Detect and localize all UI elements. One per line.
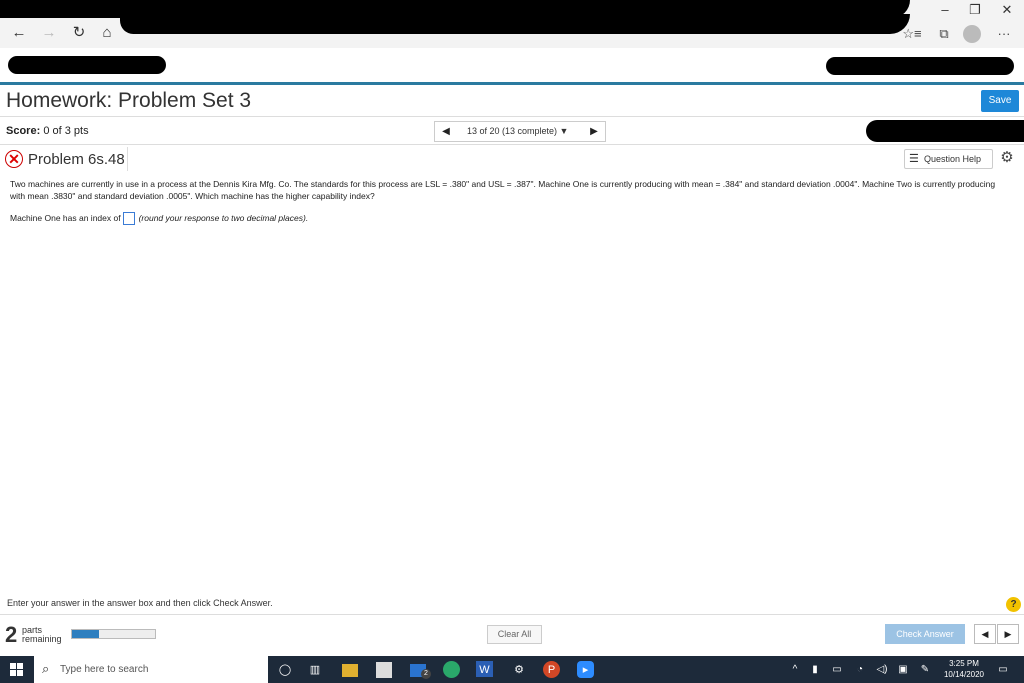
list-icon: ☰ — [909, 153, 919, 165]
show-hidden-icons[interactable]: ^ — [788, 662, 802, 678]
redacted-region — [120, 14, 910, 34]
incorrect-icon: ✕ — [5, 150, 23, 168]
clock-date: 10/14/2020 — [943, 670, 985, 679]
next-question-button[interactable]: ▶ — [997, 624, 1019, 644]
question-selector[interactable]: 13 of 20 (13 complete) ▼ — [467, 126, 568, 136]
progress-fill — [72, 630, 100, 638]
forward-icon[interactable]: → — [38, 22, 60, 44]
refresh-icon[interactable]: ↻ — [68, 22, 90, 44]
battery-icon[interactable]: ▭ — [830, 662, 844, 678]
profile-avatar[interactable] — [963, 25, 981, 43]
mail-badge: 2 — [421, 669, 431, 679]
gear-icon[interactable]: ⚙ — [998, 149, 1016, 167]
title-row: Homework: Problem Set 3 Save — [0, 85, 1024, 117]
windows-start-icon[interactable] — [10, 663, 23, 676]
taskbar-clock[interactable]: 3:25 PM 10/14/2020 — [938, 658, 990, 680]
score-label: Score: — [6, 125, 41, 137]
close-icon[interactable]: ✕ — [992, 0, 1022, 20]
back-icon[interactable]: ← — [8, 22, 30, 44]
home-icon[interactable]: ⌂ — [96, 22, 118, 44]
parts-progress-bar — [71, 629, 156, 639]
browser-toolbar: ← → ↻ ⌂ – ❐ ✕ ☆≡ ⧉ ··· — [0, 0, 1024, 48]
question-help-label: Question Help — [924, 154, 982, 164]
question-text: Two machines are currently in use in a p… — [10, 179, 996, 201]
parts-label-line-2: remaining — [22, 634, 62, 644]
search-placeholder: Type here to search — [60, 664, 149, 675]
problem-title: Problem 6s.48 — [28, 151, 125, 168]
footer-divider — [0, 614, 1024, 615]
task-view-icon[interactable]: ▥ — [306, 661, 324, 679]
footer-instruction: Enter your answer in the answer box and … — [7, 598, 273, 608]
answer-hint: (round your response to two decimal plac… — [138, 212, 309, 223]
answer-prefix: Machine One has an index of — [10, 212, 121, 223]
save-button[interactable]: Save — [981, 90, 1019, 112]
display-icon[interactable]: ▣ — [896, 662, 910, 678]
restore-icon[interactable]: ❐ — [960, 0, 990, 20]
course-header — [0, 48, 1024, 82]
clock-time: 3:25 PM — [949, 659, 979, 668]
help-icon[interactable]: ? — [1006, 597, 1021, 612]
problem-header: ✕ Problem 6s.48 ☰ Question Help ⚙ — [0, 146, 1024, 172]
score-row: Score: 0 of 3 pts ◀ 13 of 20 (13 complet… — [0, 118, 1024, 145]
file-explorer-icon[interactable] — [342, 664, 358, 677]
question-pager[interactable]: ◀ 13 of 20 (13 complete) ▼ ▶ — [434, 121, 606, 142]
settings-icon[interactable]: ⚙ — [510, 661, 528, 679]
next-question-icon[interactable]: ▶ — [583, 122, 605, 141]
check-answer-button[interactable]: Check Answer — [885, 624, 965, 644]
redacted-region — [826, 57, 1014, 75]
previous-question-icon[interactable]: ◀ — [435, 122, 457, 141]
collections-icon[interactable]: ⧉ — [934, 24, 954, 44]
clear-all-button[interactable]: Clear All — [487, 625, 542, 644]
volume-icon[interactable]: ◁) — [873, 662, 891, 678]
microphone-icon[interactable]: ▮ — [808, 662, 822, 678]
more-options-icon[interactable]: ··· — [994, 24, 1014, 44]
score-text: Score: 0 of 3 pts — [6, 125, 89, 137]
cortana-icon[interactable]: ◯ — [276, 661, 294, 679]
question-help-button[interactable]: ☰ Question Help — [904, 149, 993, 169]
wifi-icon[interactable]: ◔ — [853, 662, 867, 678]
word-icon[interactable]: W — [476, 661, 493, 677]
search-icon: ⌕ — [42, 661, 50, 676]
favorites-icon[interactable]: ☆≡ — [902, 24, 922, 44]
minimize-icon[interactable]: – — [930, 0, 960, 20]
answer-input[interactable] — [122, 212, 135, 225]
windows-taskbar: ⌕ Type here to search ◯ ▥ 2 W ⚙ P ▸ ^ ▮ … — [0, 656, 1024, 683]
powerpoint-icon[interactable]: P — [543, 661, 560, 678]
parts-remaining-count: 2 — [5, 622, 18, 647]
notifications-icon[interactable]: ▭ — [996, 662, 1010, 678]
previous-question-button[interactable]: ◀ — [974, 624, 996, 644]
problem-label: ✕ Problem 6s.48 — [2, 147, 128, 171]
redacted-region — [866, 120, 1024, 142]
parts-remaining-label: parts remaining — [22, 626, 62, 644]
redacted-region — [8, 56, 166, 74]
store-icon[interactable] — [376, 662, 392, 678]
edge-icon[interactable] — [443, 661, 460, 678]
answer-line: Machine One has an index of (round your r… — [10, 212, 308, 225]
page-title: Homework: Problem Set 3 — [6, 89, 252, 112]
taskbar-search[interactable]: ⌕ Type here to search — [34, 656, 268, 683]
score-value: 0 of 3 pts — [43, 125, 89, 137]
pen-icon[interactable]: ✎ — [918, 662, 932, 678]
zoom-icon[interactable]: ▸ — [577, 661, 594, 678]
